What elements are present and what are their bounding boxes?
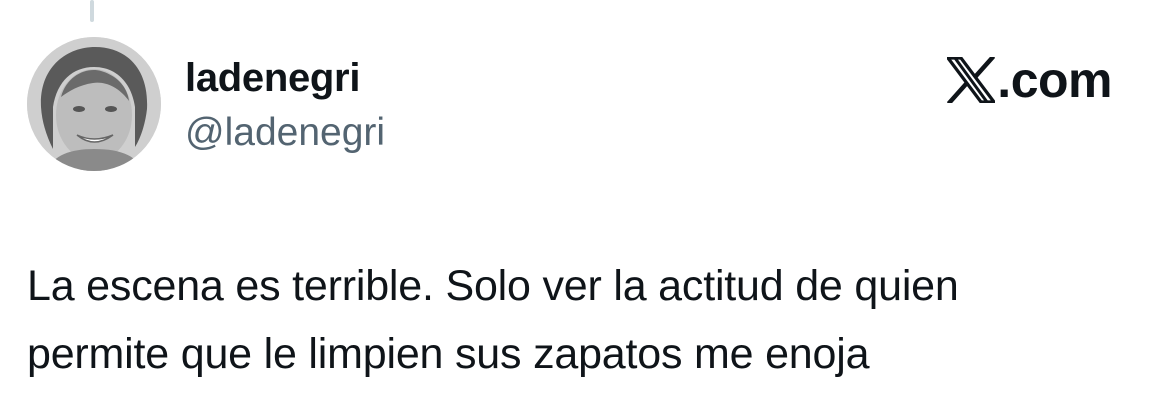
tweet-text-line: La escena es terrible. Solo ver la actit… [27, 262, 959, 310]
tweet-text: La escena es terrible. Solo ver la actit… [27, 252, 1157, 388]
x-logo-icon [947, 57, 996, 103]
brand-domain-suffix: .com [997, 52, 1112, 108]
x-com-brand: .com [947, 52, 1112, 108]
tweet-text-line: permite que le limpien sus zapatos me en… [27, 330, 870, 378]
avatar[interactable] [27, 37, 161, 171]
author-display-name[interactable]: ladenegri [185, 55, 360, 101]
author-handle[interactable]: @ladenegri [185, 110, 385, 156]
profile-photo [27, 37, 161, 171]
thread-connector-line [90, 0, 94, 22]
